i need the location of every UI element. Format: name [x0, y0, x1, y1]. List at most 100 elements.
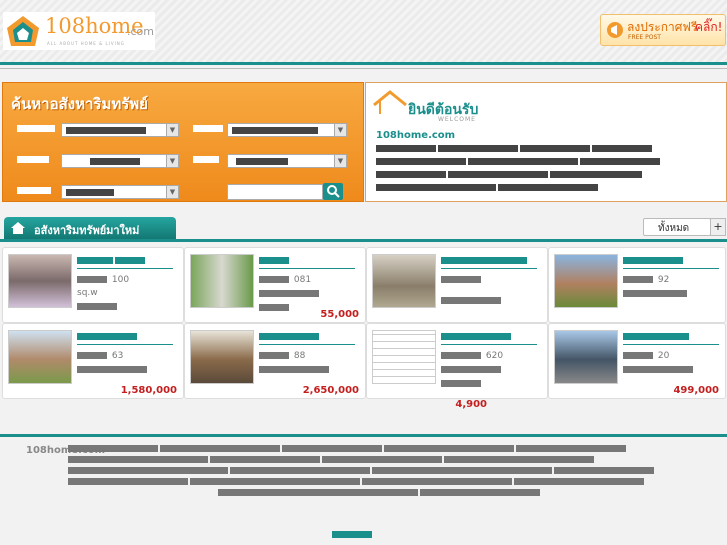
listing-divider [623, 344, 719, 345]
listing-thumbnail[interactable] [8, 330, 72, 384]
site-logo[interactable]: 108home .com ALL ABOUT HOME & LIVING [3, 12, 155, 50]
search-label-4 [193, 155, 221, 165]
search-label-3 [17, 155, 51, 165]
footer-badge [332, 530, 374, 540]
search-select-4[interactable]: ▼ [227, 154, 347, 168]
listing-card[interactable] [366, 247, 548, 323]
listing-card[interactable]: 620 4,900 [366, 323, 548, 410]
footer-divider [0, 434, 727, 437]
listing-title[interactable] [259, 256, 291, 266]
search-select-5[interactable]: ▼ [61, 185, 179, 199]
header-divider-thin [0, 68, 727, 69]
free-post-click: คลิ๊ก! [695, 20, 723, 34]
welcome-site: 108home.com [376, 130, 456, 141]
search-keyword-input[interactable] [227, 184, 323, 200]
listing-title[interactable] [77, 256, 147, 266]
search-label-5 [17, 186, 53, 196]
listing-divider [441, 268, 537, 269]
listing-title[interactable] [623, 332, 691, 342]
free-post-button[interactable]: ลงประกาศฟรี คลิ๊ก! FREE POST [600, 14, 726, 46]
search-select-2[interactable]: ▼ [227, 123, 347, 137]
listing-size: 081 [259, 275, 311, 285]
footer-links [68, 444, 708, 499]
plus-button[interactable]: + [710, 218, 726, 236]
listing-price: 55,000 [320, 309, 359, 320]
megaphone-icon [607, 22, 623, 38]
listing-unit: sq.w [77, 288, 98, 298]
view-all-button[interactable]: ทั้งหมด [643, 218, 711, 236]
view-all-label: ทั้งหมด [658, 223, 690, 234]
listing-type [441, 379, 483, 389]
house-logo-icon [7, 16, 39, 46]
listing-card[interactable]: 100 sq.w [2, 247, 184, 323]
chevron-down-icon: ▼ [334, 124, 346, 136]
listing-price: 499,000 [673, 385, 719, 396]
search-select-1[interactable]: ▼ [61, 123, 179, 137]
listing-card[interactable]: 63 1,580,000 [2, 323, 184, 399]
logo-suffix: .com [127, 25, 154, 38]
listing-title[interactable] [77, 332, 139, 342]
listing-size: 63 [77, 351, 123, 361]
welcome-panel: ยินดีต้อนรับ WELCOME 108home.com [365, 82, 727, 202]
listing-size [441, 275, 483, 285]
listing-thumbnail[interactable] [190, 330, 254, 384]
listing-location [441, 296, 503, 306]
listing-divider [77, 344, 173, 345]
listing-price: 1,580,000 [120, 385, 177, 396]
listing-divider [441, 344, 537, 345]
listing-location [623, 289, 689, 299]
listing-card[interactable]: 081 55,000 [184, 247, 366, 323]
listing-card[interactable]: 92 [548, 247, 726, 323]
listing-title[interactable] [259, 332, 321, 342]
listing-title[interactable] [441, 332, 513, 342]
listing-thumbnail[interactable] [372, 254, 436, 308]
new-listings-tab[interactable]: อสังหาริมทรัพย์มาใหม่ [4, 217, 176, 239]
listing-card[interactable]: 20 499,000 [548, 323, 726, 399]
listing-divider [77, 268, 173, 269]
listing-title[interactable] [441, 256, 529, 266]
search-panel: ค้นหาอสังหาริมทรัพย์ ▼ ▼ ▼ ▼ ▼ [2, 82, 364, 202]
listing-title[interactable] [623, 256, 685, 266]
listing-divider [259, 268, 355, 269]
free-post-sub: FREE POST [628, 34, 661, 41]
listing-size: 100 [77, 275, 129, 285]
listing-location [259, 365, 331, 375]
listing-size: 20 [623, 351, 669, 361]
listing-size: 92 [623, 275, 669, 285]
search-label-1 [17, 124, 57, 134]
logo-tagline: ALL ABOUT HOME & LIVING [47, 41, 125, 46]
welcome-sub: WELCOME [438, 116, 476, 123]
listing-size: 88 [259, 351, 305, 361]
listing-thumbnail[interactable] [372, 330, 436, 384]
new-listings-title: อสังหาริมทรัพย์มาใหม่ [34, 224, 140, 237]
search-select-3[interactable]: ▼ [61, 154, 179, 168]
listings-divider [0, 239, 727, 242]
search-icon [327, 185, 340, 198]
listing-location [77, 302, 119, 312]
search-button[interactable] [323, 183, 343, 200]
listing-thumbnail[interactable] [8, 254, 72, 308]
listing-location [623, 365, 695, 375]
search-label-2 [193, 124, 225, 134]
listing-thumbnail[interactable] [554, 330, 618, 384]
listing-thumbnail[interactable] [190, 254, 254, 308]
listing-location [77, 365, 149, 375]
listing-size: 620 [441, 351, 503, 361]
listing-card[interactable]: 88 2,650,000 [184, 323, 366, 399]
listing-divider [259, 344, 355, 345]
listing-divider [623, 268, 719, 269]
chevron-down-icon: ▼ [166, 155, 178, 167]
welcome-text [376, 143, 696, 195]
listing-thumbnail[interactable] [554, 254, 618, 308]
listing-location [259, 289, 321, 299]
listing-price: 4,900 [455, 399, 487, 410]
listing-price: 2,650,000 [302, 385, 359, 396]
chevron-down-icon: ▼ [166, 124, 178, 136]
chevron-down-icon: ▼ [334, 155, 346, 167]
house-outline-icon [373, 90, 407, 114]
home-icon [11, 222, 25, 234]
listing-location [441, 365, 503, 375]
chevron-down-icon: ▼ [166, 186, 178, 198]
listing-type [259, 303, 291, 313]
header-divider [0, 62, 727, 65]
